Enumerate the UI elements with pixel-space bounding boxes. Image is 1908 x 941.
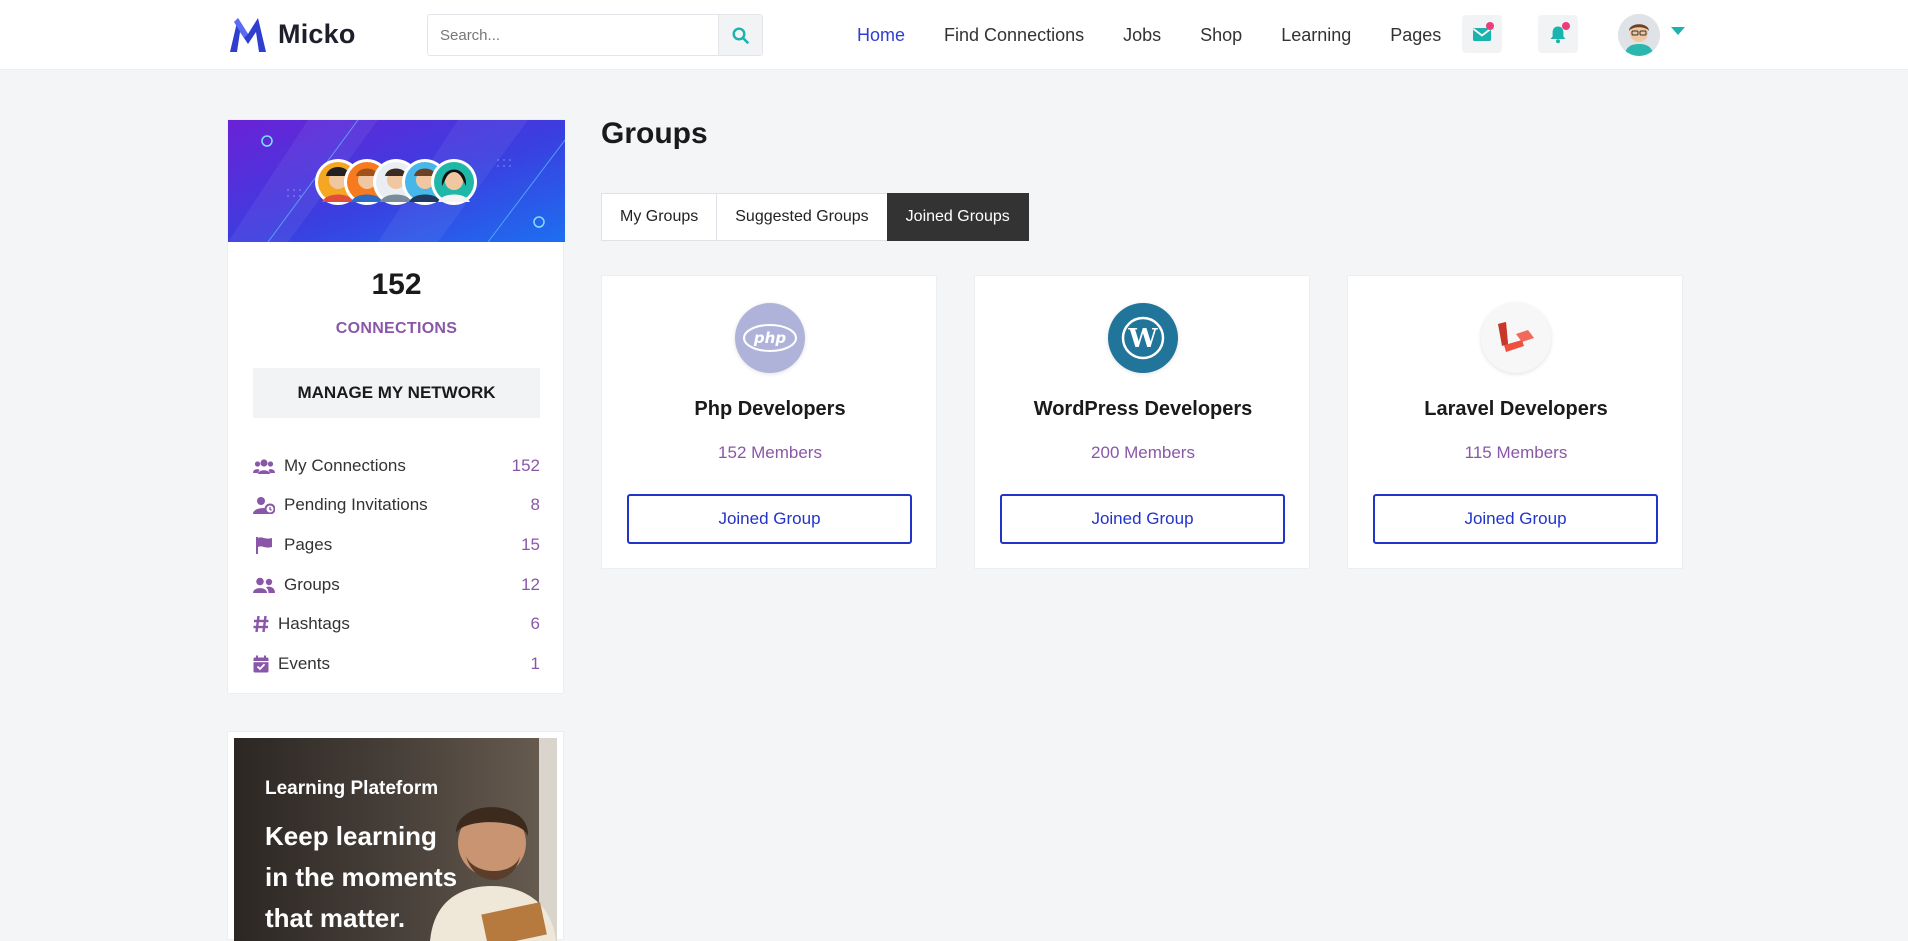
nav-find-connections[interactable]: Find Connections (944, 25, 1084, 46)
nav-home[interactable]: Home (857, 25, 905, 46)
group-members: 152 Members (718, 443, 822, 462)
search-button[interactable] (718, 15, 762, 55)
group-members: 200 Members (1091, 443, 1195, 462)
svg-text:php: php (753, 329, 786, 347)
brand-logo[interactable]: Micko (226, 12, 356, 56)
ad-headline: Keep learning in the moments that matter… (265, 821, 458, 933)
user-avatar-icon (1618, 14, 1660, 56)
stat-label: My Connections (284, 455, 406, 475)
stat-count: 12 (521, 574, 540, 594)
message-badge-dot (1486, 22, 1494, 30)
nav-learning[interactable]: Learning (1281, 25, 1351, 46)
messages-button[interactable] (1462, 15, 1502, 53)
user-clock-icon (253, 495, 275, 515)
group-tabs: My Groups Suggested Groups Joined Groups (601, 193, 1029, 241)
stat-label: Hashtags (278, 614, 350, 634)
stat-count: 8 (530, 495, 540, 515)
search-bar (427, 14, 763, 56)
group-card: php Php Developers 152 Members Joined Gr… (601, 275, 937, 569)
tab-suggested-groups[interactable]: Suggested Groups (716, 193, 888, 241)
joined-group-button[interactable]: Joined Group (1373, 494, 1658, 544)
stat-hashtags[interactable]: Hashtags 6 (253, 604, 540, 644)
stat-groups[interactable]: Groups 12 (253, 565, 540, 605)
group-card: Laravel Developers 115 Members Joined Gr… (1347, 275, 1683, 569)
cover-banner-art (228, 120, 565, 242)
users-icon (253, 456, 275, 476)
network-stats-list: My Connections 152 Pending Invitations 8… (253, 446, 540, 684)
user-avatar[interactable] (1618, 14, 1660, 56)
stat-label: Groups (284, 574, 340, 594)
nav-pages[interactable]: Pages (1390, 25, 1441, 46)
stat-label: Events (278, 653, 330, 673)
search-icon (732, 26, 749, 44)
ad-image: Learning Plateform Keep learning in the … (234, 738, 557, 941)
manage-network-button[interactable]: MANAGE MY NETWORK (253, 368, 540, 418)
notification-badge-dot (1562, 22, 1570, 30)
tab-joined-groups[interactable]: Joined Groups (886, 193, 1029, 241)
hashtag-icon (253, 614, 269, 634)
tab-my-groups[interactable]: My Groups (601, 193, 718, 241)
learning-ad-card[interactable]: Learning Plateform Keep learning in the … (227, 731, 564, 941)
group-name: WordPress Developers (1033, 398, 1253, 420)
stat-pending-invitations[interactable]: Pending Invitations 8 (253, 486, 540, 526)
flag-icon (253, 535, 275, 555)
stat-count: 15 (521, 534, 540, 554)
stat-pages[interactable]: Pages 15 (253, 525, 540, 565)
stat-label: Pending Invitations (284, 495, 428, 515)
stat-count: 1 (530, 653, 540, 673)
network-card: 152 CONNECTIONS MANAGE MY NETWORK My Con… (227, 119, 565, 694)
stat-events[interactable]: Events 1 (253, 644, 540, 684)
stat-label: Pages (284, 534, 333, 554)
calendar-check-icon (253, 654, 269, 674)
joined-group-button[interactable]: Joined Group (627, 494, 912, 544)
notifications-button[interactable] (1538, 15, 1578, 53)
cover-banner (228, 120, 565, 242)
top-header: Micko Home Find Connections Jobs Shop Le… (0, 0, 1908, 70)
joined-group-button[interactable]: Joined Group (1000, 494, 1285, 544)
main-nav: Home Find Connections Jobs Shop Learning… (857, 0, 1480, 70)
nav-shop[interactable]: Shop (1200, 25, 1242, 46)
account-dropdown-icon[interactable] (1671, 27, 1685, 35)
nav-jobs[interactable]: Jobs (1123, 25, 1161, 46)
ad-subtitle: Learning Plateform (265, 778, 439, 799)
laravel-logo-icon (1481, 303, 1551, 373)
group-card: W WordPress Developers 200 Members Joine… (974, 275, 1310, 569)
group-name: Php Developers (694, 398, 846, 420)
stat-count: 152 (511, 455, 540, 475)
stat-my-connections[interactable]: My Connections 152 (253, 446, 540, 486)
svg-text:W: W (1127, 324, 1158, 354)
group-members: 115 Members (1464, 443, 1568, 462)
micko-logo-icon (230, 18, 266, 52)
brand-name: Micko (278, 18, 356, 49)
group-name: Laravel Developers (1424, 398, 1608, 420)
php-logo-icon: php (735, 303, 805, 373)
user-group-icon (253, 575, 275, 595)
wordpress-logo-icon: W (1108, 303, 1178, 373)
search-input[interactable] (428, 15, 718, 55)
stat-count: 6 (530, 614, 540, 634)
connections-label: CONNECTIONS (335, 320, 458, 337)
page-title: Groups (601, 117, 708, 150)
connections-count: 152 (371, 268, 422, 301)
